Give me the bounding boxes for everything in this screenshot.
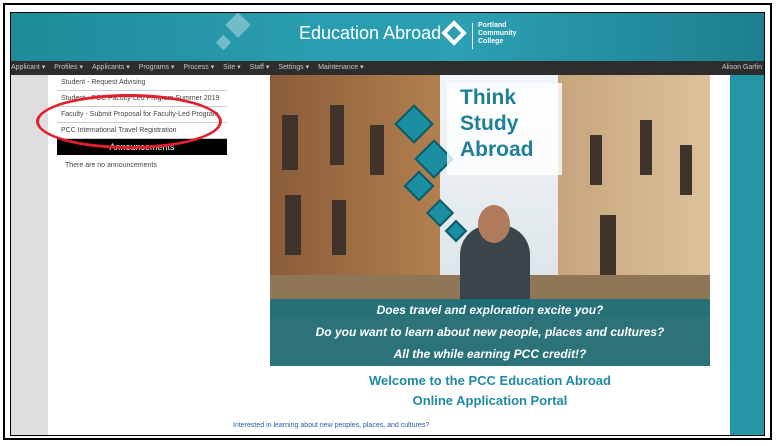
intro-text: Interested in learning about new peoples…: [233, 422, 430, 429]
nav-staff[interactable]: Staff ▾: [250, 61, 270, 75]
announcements-empty: There are no announcements: [65, 162, 157, 169]
hero-heading: Think Study Abroad: [460, 85, 534, 163]
hero-window: [282, 115, 298, 170]
hero-person-head: [478, 205, 510, 243]
hero-window: [640, 120, 652, 175]
hero-window: [332, 200, 346, 255]
right-gutter: [728, 75, 764, 435]
site-header: Education Abroad Portland Community Coll…: [11, 13, 764, 61]
sidebar-item-request-advising[interactable]: Student - Request Advising: [57, 75, 227, 91]
logo-separator: [472, 23, 473, 49]
main-nav: Applicant ▾ Profiles ▾ Applicants ▾ Prog…: [11, 61, 764, 75]
welcome-line: Welcome to the PCC Education Abroad: [369, 373, 611, 388]
welcome-heading: Welcome to the PCC Education Abroad Onli…: [270, 371, 710, 411]
user-name[interactable]: Alison Garfin: [722, 61, 762, 75]
logo-line: Community: [478, 30, 517, 37]
nav-applicants[interactable]: Applicants ▾: [92, 61, 130, 75]
hero-window: [330, 105, 344, 165]
pcc-logo-text: Portland Community College: [478, 22, 517, 46]
nav-settings[interactable]: Settings ▾: [278, 61, 309, 75]
browser-viewport: Education Abroad Portland Community Coll…: [10, 12, 765, 436]
nav-maintenance[interactable]: Maintenance ▾: [318, 61, 364, 75]
hero-heading-line: Study: [460, 112, 519, 135]
hero-window: [680, 145, 692, 195]
welcome-line: Online Application Portal: [412, 393, 568, 408]
logo-line: College: [478, 38, 504, 45]
nav-applicant[interactable]: Applicant ▾: [11, 61, 45, 75]
nav-process[interactable]: Process ▾: [183, 61, 214, 75]
hero-window: [285, 195, 301, 255]
hero-banner: Think Study Abroad Does travel and explo…: [270, 75, 710, 366]
nav-site[interactable]: Site ▾: [223, 61, 241, 75]
nav-programs[interactable]: Programs ▾: [139, 61, 175, 75]
nav-profiles[interactable]: Profiles ▾: [54, 61, 83, 75]
hero-window: [600, 215, 616, 275]
site-title[interactable]: Education Abroad: [299, 23, 441, 44]
hero-heading-line: Abroad: [460, 138, 534, 161]
hero-caption-line: Does travel and exploration excite you?: [376, 303, 604, 317]
hero-caption: Does travel and exploration excite you? …: [270, 299, 710, 366]
hero-heading-line: Think: [460, 86, 516, 109]
logo-line: Portland: [478, 22, 507, 29]
highlight-oval: [36, 94, 222, 149]
decor-diamond: [215, 34, 232, 51]
nav-items: Applicant ▾ Profiles ▾ Applicants ▾ Prog…: [11, 61, 764, 75]
hero-caption-line: Do you want to learn about new people, p…: [315, 325, 665, 339]
hero-caption-line: All the while earning PCC credit!?: [393, 347, 587, 361]
decor-diamond: [225, 13, 251, 38]
hero-window: [590, 135, 602, 185]
hero-window: [370, 125, 384, 175]
